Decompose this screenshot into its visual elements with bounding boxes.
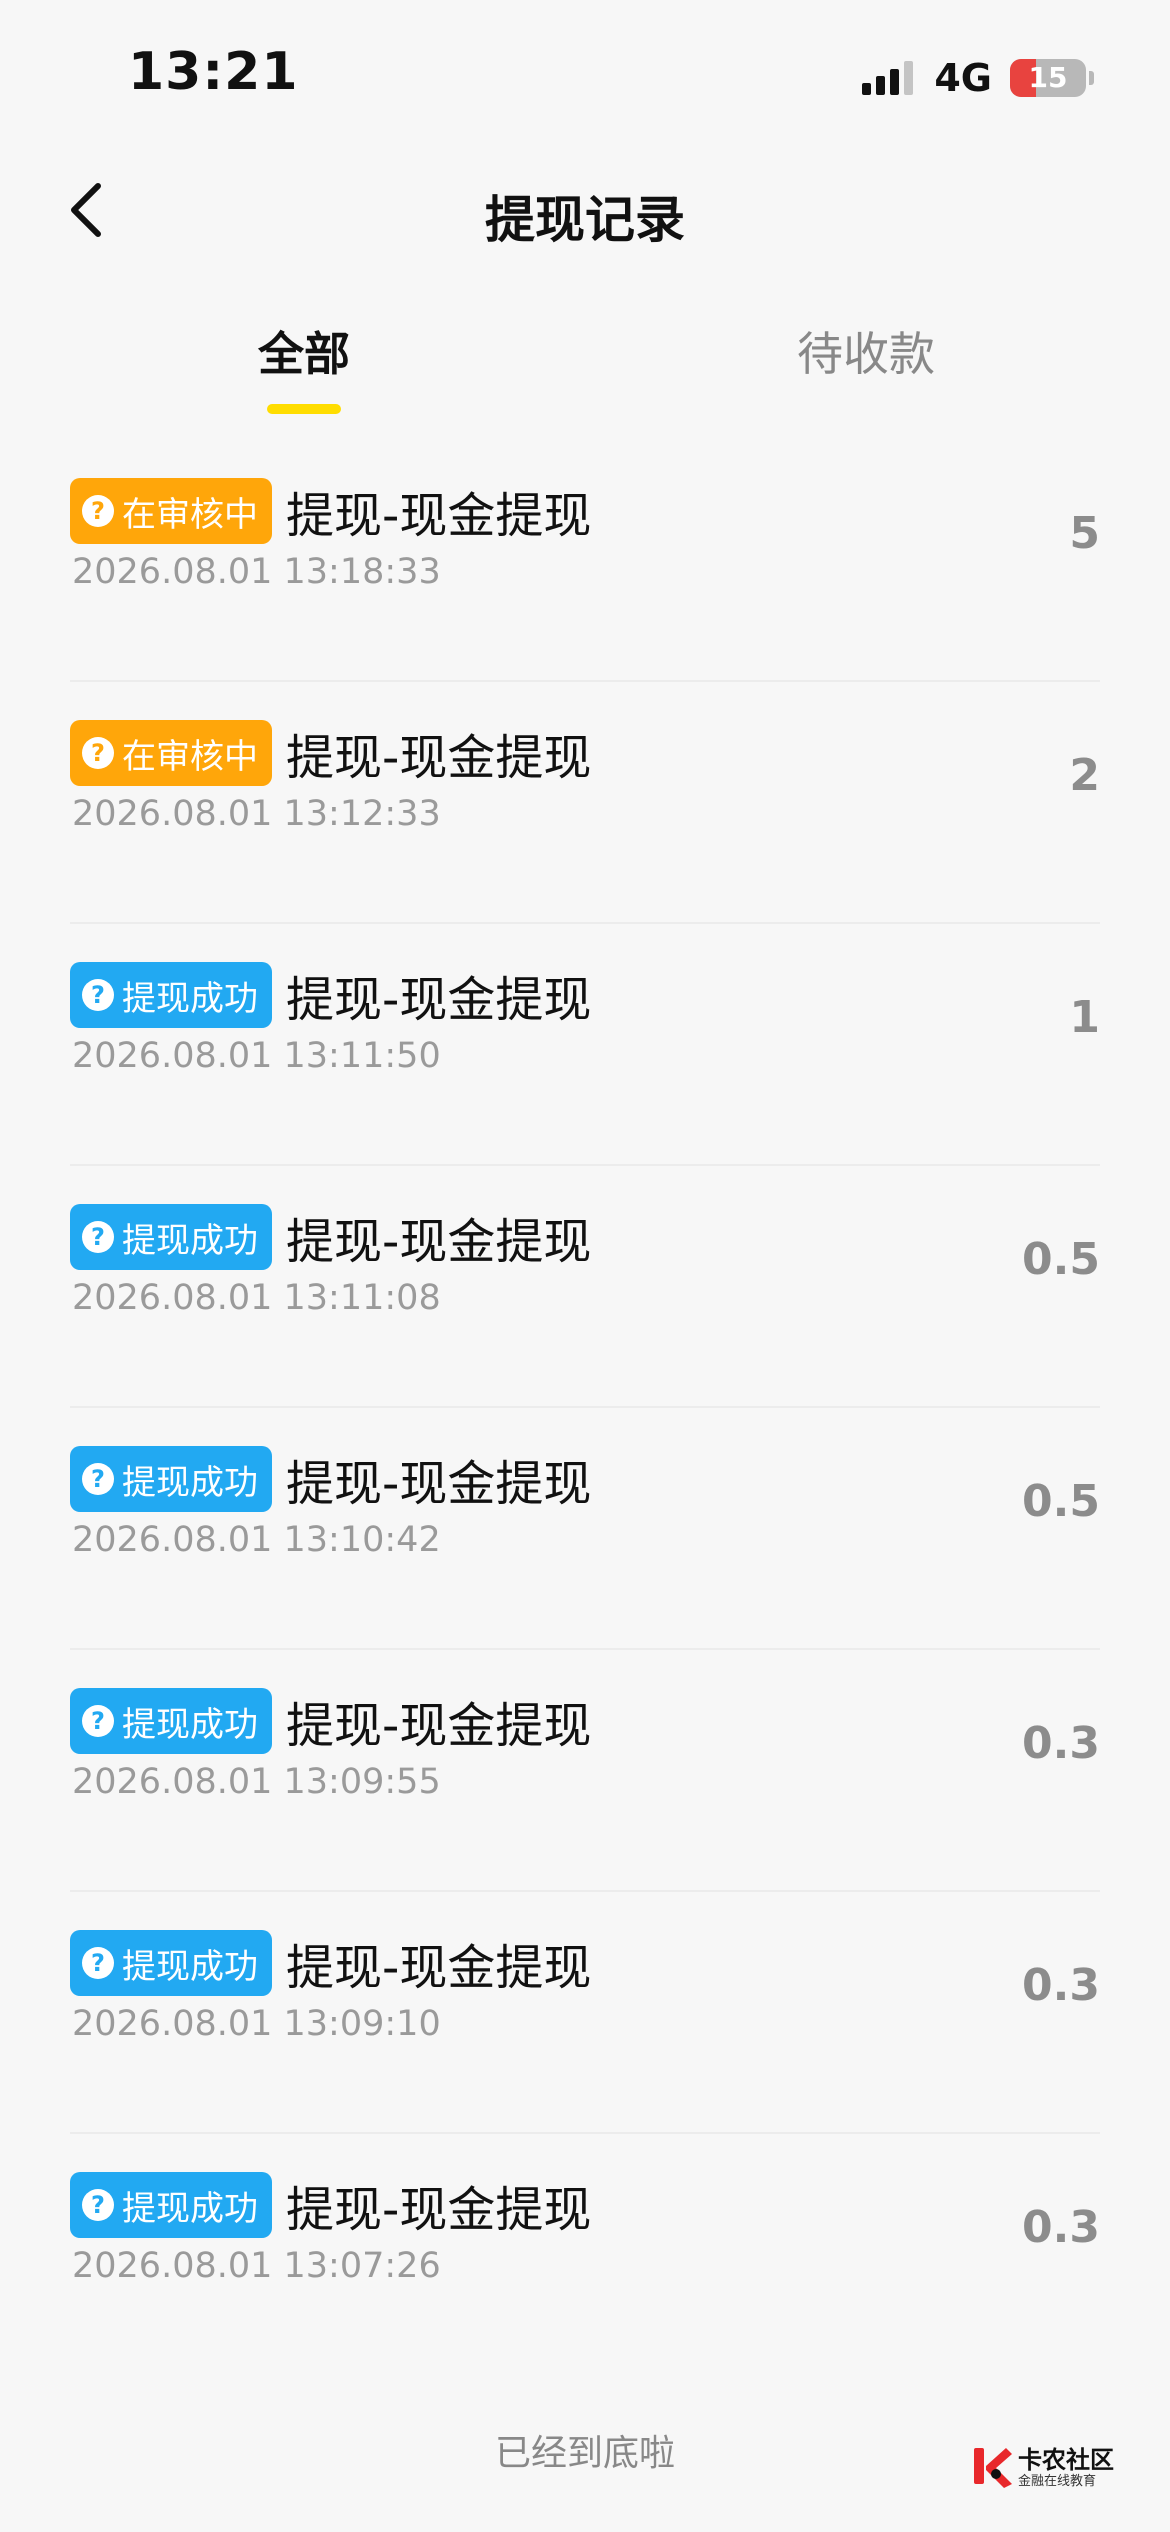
list-item[interactable]: ? 提现成功 提现-现金提现 2026.08.01 13:10:42 0.5 — [70, 1408, 1100, 1650]
chevron-left-icon — [71, 183, 101, 237]
record-amount: 1 — [1069, 992, 1100, 1043]
list-item[interactable]: ? 在审核中 提现-现金提现 2026.08.01 13:18:33 5 — [70, 440, 1100, 682]
record-timestamp: 2026.08.01 13:18:33 — [72, 552, 441, 592]
record-timestamp: 2026.08.01 13:12:33 — [72, 794, 441, 834]
tab-pending-receipt[interactable]: 待收款 — [736, 318, 996, 384]
status-badge: ? 提现成功 — [70, 1204, 272, 1270]
status-indicators: 4G 15 — [862, 56, 1094, 100]
network-type: 4G — [934, 56, 992, 100]
page-title: 提现记录 — [485, 191, 685, 249]
record-header: ? 提现成功 提现-现金提现 — [70, 1202, 591, 1272]
record-title: 提现-现金提现 — [286, 1214, 592, 1270]
watermark-subtitle: 金融在线教育 — [1018, 2474, 1097, 2489]
record-header: ? 提现成功 提现-现金提现 — [70, 1686, 591, 1756]
nav-bar: 提现记录 — [0, 160, 1170, 260]
record-title: 提现-现金提现 — [286, 2182, 592, 2238]
record-header: ? 提现成功 提现-现金提现 — [70, 1928, 591, 1998]
list-item[interactable]: ? 提现成功 提现-现金提现 2026.08.01 13:07:26 0.3 — [70, 2134, 1100, 2376]
record-timestamp: 2026.08.01 13:11:08 — [72, 1278, 441, 1318]
kanong-logo-icon — [974, 2448, 1012, 2488]
active-tab-indicator — [267, 404, 341, 414]
record-amount: 0.5 — [1022, 1476, 1100, 1527]
record-title: 提现-现金提现 — [286, 730, 592, 786]
status-bar: 13:21 4G 15 — [0, 0, 1170, 150]
tab-bar: 全部 待收款 — [0, 310, 1170, 420]
record-header: ? 在审核中 提现-现金提现 — [70, 718, 591, 788]
question-mark-icon: ? — [82, 1705, 114, 1737]
record-header: ? 在审核中 提现-现金提现 — [70, 476, 591, 546]
status-badge: ? 在审核中 — [70, 720, 272, 786]
status-badge: ? 提现成功 — [70, 1446, 272, 1512]
record-timestamp: 2026.08.01 13:07:26 — [72, 2246, 441, 2286]
question-mark-icon: ? — [82, 1947, 114, 1979]
question-mark-icon: ? — [82, 737, 114, 769]
list-item[interactable]: ? 提现成功 提现-现金提现 2026.08.01 13:11:08 0.5 — [70, 1166, 1100, 1408]
record-amount: 0.3 — [1022, 1718, 1100, 1769]
record-title: 提现-现金提现 — [286, 1940, 592, 1996]
record-title: 提现-现金提现 — [286, 972, 592, 1028]
cellular-signal-icon — [862, 61, 914, 95]
back-button[interactable] — [50, 174, 122, 246]
watermark: 卡农社区 金融在线教育 — [972, 2438, 1122, 2498]
record-timestamp: 2026.08.01 13:11:50 — [72, 1036, 441, 1076]
status-badge: ? 提现成功 — [70, 2172, 272, 2238]
status-time: 13:21 — [128, 42, 299, 102]
list-item[interactable]: ? 提现成功 提现-现金提现 2026.08.01 13:09:55 0.3 — [70, 1650, 1100, 1892]
tab-all[interactable]: 全部 — [174, 318, 434, 384]
record-amount: 0.3 — [1022, 2202, 1100, 2253]
status-badge-label: 提现成功 — [122, 1946, 258, 1987]
question-mark-icon: ? — [82, 1221, 114, 1253]
record-timestamp: 2026.08.01 13:09:10 — [72, 2004, 441, 2044]
record-timestamp: 2026.08.01 13:09:55 — [72, 1762, 441, 1802]
question-mark-icon: ? — [82, 495, 114, 527]
battery-icon: 15 — [1010, 59, 1094, 97]
status-badge: ? 提现成功 — [70, 1930, 272, 1996]
status-badge: ? 在审核中 — [70, 478, 272, 544]
record-amount: 0.5 — [1022, 1234, 1100, 1285]
status-badge-label: 在审核中 — [122, 736, 258, 777]
record-title: 提现-现金提现 — [286, 1698, 592, 1754]
question-mark-icon: ? — [82, 2189, 114, 2221]
record-amount: 0.3 — [1022, 1960, 1100, 2011]
record-title: 提现-现金提现 — [286, 1456, 592, 1512]
battery-level: 15 — [1028, 61, 1068, 94]
status-badge: ? 提现成功 — [70, 962, 272, 1028]
list-item[interactable]: ? 在审核中 提现-现金提现 2026.08.01 13:12:33 2 — [70, 682, 1100, 924]
status-badge-label: 在审核中 — [122, 494, 258, 535]
status-badge-label: 提现成功 — [122, 2188, 258, 2229]
record-title: 提现-现金提现 — [286, 488, 592, 544]
status-badge-label: 提现成功 — [122, 1462, 258, 1503]
record-timestamp: 2026.08.01 13:10:42 — [72, 1520, 441, 1560]
record-header: ? 提现成功 提现-现金提现 — [70, 2170, 591, 2240]
question-mark-icon: ? — [82, 1463, 114, 1495]
question-mark-icon: ? — [82, 979, 114, 1011]
list-item[interactable]: ? 提现成功 提现-现金提现 2026.08.01 13:11:50 1 — [70, 924, 1100, 1166]
status-badge-label: 提现成功 — [122, 1704, 258, 1745]
record-amount: 2 — [1069, 750, 1100, 801]
withdrawal-record-list: ? 在审核中 提现-现金提现 2026.08.01 13:18:33 5? 在审核中 提现-… — [70, 440, 1100, 2376]
record-header: ? 提现成功 提现-现金提现 — [70, 960, 591, 1030]
list-item[interactable]: ? 提现成功 提现-现金提现 2026.08.01 13:09:10 0.3 — [70, 1892, 1100, 2134]
record-header: ? 提现成功 提现-现金提现 — [70, 1444, 591, 1514]
status-badge-label: 提现成功 — [122, 978, 258, 1019]
record-amount: 5 — [1069, 508, 1100, 559]
status-badge: ? 提现成功 — [70, 1688, 272, 1754]
status-badge-label: 提现成功 — [122, 1220, 258, 1261]
